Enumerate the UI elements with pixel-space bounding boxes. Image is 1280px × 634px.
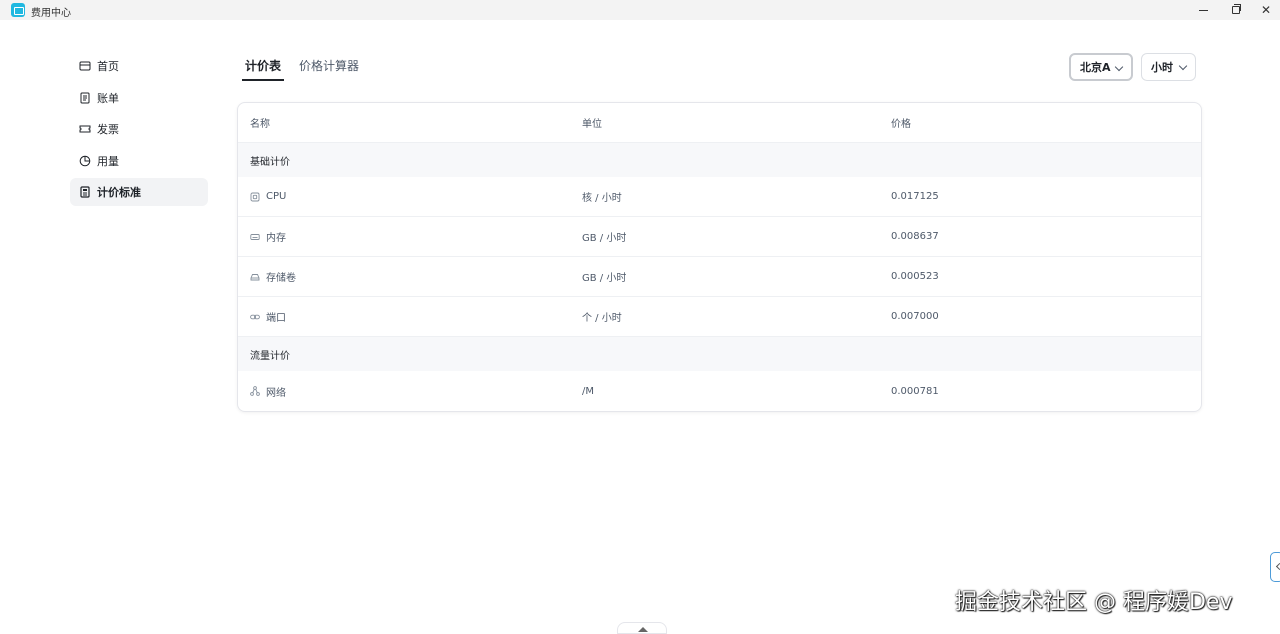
table-row: 存储卷 GB / 小时 0.000523: [238, 257, 1201, 297]
table-row: 网络 /M 0.000781: [238, 371, 1201, 411]
row-name: 存储卷: [266, 273, 296, 284]
table-row: CPU 核 / 小时 0.017125: [238, 177, 1201, 217]
row-unit: 核 / 小时: [582, 193, 622, 204]
app-logo-icon: [11, 3, 25, 17]
row-unit: 个 / 小时: [582, 313, 622, 324]
close-icon: ✕: [1260, 3, 1272, 17]
section-title: 基础计价: [250, 156, 290, 168]
memory-icon: [250, 232, 260, 242]
sidebar-item-label: 计价标准: [97, 186, 141, 199]
row-unit: GB / 小时: [582, 233, 627, 244]
section-header-basic: 基础计价: [238, 143, 1201, 177]
table-header: 名称 单位 价格: [238, 103, 1201, 143]
pie-chart-icon: [79, 155, 91, 167]
side-panel-toggle[interactable]: [1270, 552, 1280, 582]
sidebar-item-label: 首页: [97, 60, 119, 73]
row-name: 端口: [266, 313, 286, 324]
sidebar-item-label: 用量: [97, 154, 119, 168]
row-price: 0.007000: [891, 311, 939, 322]
row-price: 0.017125: [891, 191, 939, 202]
time-unit-select[interactable]: 小时: [1141, 53, 1196, 81]
table-row: 内存 GB / 小时 0.008637: [238, 217, 1201, 257]
bottom-drawer-handle[interactable]: [617, 622, 667, 634]
row-name: CPU: [266, 191, 287, 202]
tab-bar: 计价表 价格计算器: [242, 57, 374, 81]
row-price: 0.000523: [891, 271, 939, 282]
tab-price-calculator[interactable]: 价格计算器: [296, 57, 362, 81]
tab-price-table[interactable]: 计价表: [242, 57, 285, 81]
ticket-icon: [79, 123, 91, 135]
link-icon: [250, 312, 260, 322]
minimize-icon: [1198, 9, 1208, 11]
sidebar-item-invoices[interactable]: 发票: [70, 115, 208, 143]
row-unit: /M: [582, 385, 594, 397]
minimize-button[interactable]: [1188, 0, 1218, 20]
restore-button[interactable]: [1221, 0, 1251, 20]
watermark-text: 掘金技术社区 @ 程序媛Dev: [955, 590, 1233, 615]
sidebar-item-bills[interactable]: 账单: [70, 84, 208, 112]
title-bar: 费用中心 ✕: [0, 0, 1280, 20]
row-price: 0.000781: [891, 385, 939, 397]
time-unit-select-value: 小时: [1151, 61, 1173, 74]
row-price: 0.008637: [891, 231, 939, 242]
row-unit: GB / 小时: [582, 273, 627, 284]
price-list-icon: [79, 186, 91, 198]
sidebar: 首页 账单 发票 用量 计价标准: [70, 52, 208, 210]
column-header-price: 价格: [891, 119, 911, 130]
card-icon: [79, 60, 91, 72]
section-header-traffic: 流量计价: [238, 337, 1201, 371]
window-title: 费用中心: [31, 8, 71, 19]
chevron-down-icon: [1178, 61, 1188, 71]
table-row: 端口 个 / 小时 0.007000: [238, 297, 1201, 337]
section-title: 流量计价: [250, 350, 290, 362]
row-name: 内存: [266, 233, 286, 244]
sidebar-item-usage[interactable]: 用量: [70, 147, 208, 175]
region-select[interactable]: 北京A: [1069, 53, 1133, 81]
row-name: 网络: [266, 387, 286, 399]
price-table: 名称 单位 价格 基础计价 CPU 核 / 小时 0.017125 内存 GB …: [237, 102, 1202, 412]
column-header-unit: 单位: [582, 119, 602, 130]
restore-icon: [1232, 4, 1241, 14]
column-header-name: 名称: [250, 119, 270, 130]
chip-icon: [250, 192, 260, 202]
sidebar-item-home[interactable]: 首页: [70, 52, 208, 80]
document-icon: [79, 92, 91, 104]
sidebar-item-label: 发票: [97, 123, 119, 136]
close-button[interactable]: ✕: [1251, 0, 1280, 20]
chevron-down-icon: [1114, 62, 1124, 72]
sidebar-item-pricing[interactable]: 计价标准: [70, 178, 208, 206]
disk-icon: [250, 272, 260, 282]
sidebar-item-label: 账单: [97, 91, 119, 105]
region-select-value: 北京A: [1080, 61, 1111, 74]
network-icon: [250, 386, 260, 396]
